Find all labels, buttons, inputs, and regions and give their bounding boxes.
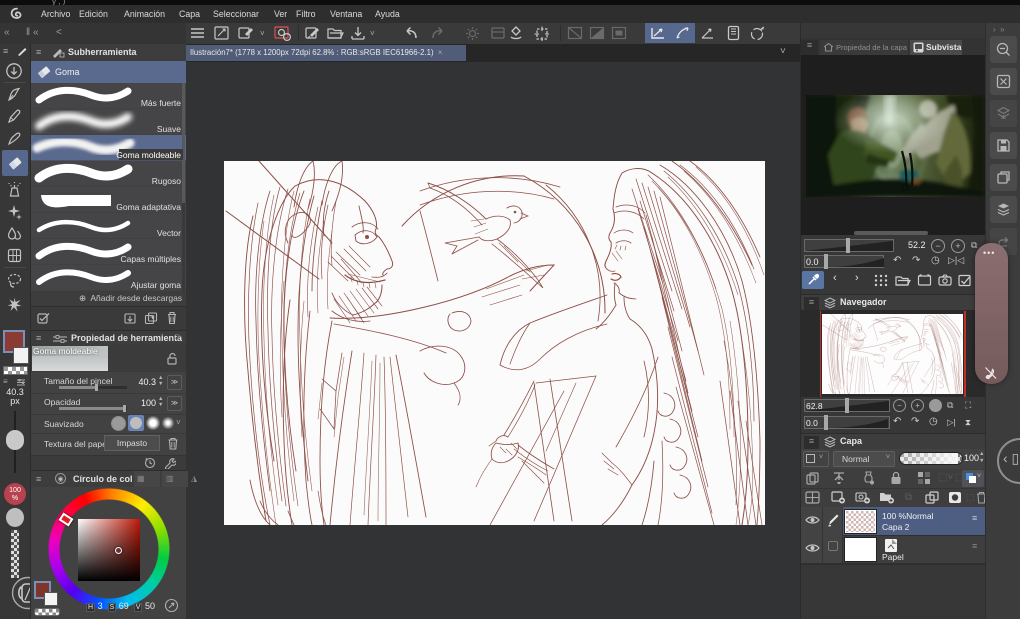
svg-text:Vector: Vector [157,228,181,238]
svg-text:Suave: Suave [157,124,181,134]
svg-text:Capas múltiples: Capas múltiples [121,254,181,264]
svg-text:Goma moldeable: Goma moldeable [116,150,181,160]
svg-text:Goma adaptativa: Goma adaptativa [116,202,181,212]
svg-text:Rugoso: Rugoso [152,176,182,186]
svg-text:Más fuerte: Más fuerte [141,98,181,108]
svg-text:Ajustar goma: Ajustar goma [131,280,181,290]
